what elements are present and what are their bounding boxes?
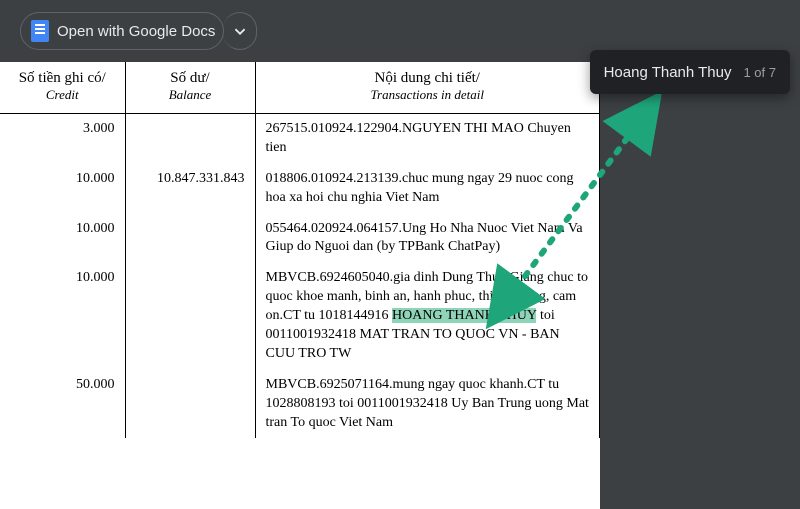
cell-credit: 50.000 [0, 370, 125, 439]
open-with-gdocs-button[interactable]: Open with Google Docs [20, 12, 224, 50]
cell-balance [125, 114, 255, 164]
cell-detail: 018806.010924.213139.chuc mung ngay 29 n… [255, 164, 600, 214]
cell-balance: 10.847.331.843 [125, 164, 255, 214]
search-highlight: HOANG THANH THUY [392, 308, 536, 323]
cell-credit: 3.000 [0, 114, 125, 164]
table-row: 10.000 MBVCB.6924605040.gia dinh Dung Thu… [0, 263, 600, 369]
cell-detail: 055464.020924.064157.Ung Ho Nha Nuoc Vie… [255, 214, 600, 264]
cell-balance [125, 263, 255, 369]
cell-credit: 10.000 [0, 263, 125, 369]
col-detail-header: Nội dung chi tiết/ Transactions in detai… [255, 62, 600, 114]
col-balance-header: Số dư/ Balance [125, 62, 255, 114]
cell-balance [125, 214, 255, 264]
table-row: 3.000 267515.010924.122904.NGUYEN THI MAO… [0, 114, 600, 164]
open-with-label: Open with Google Docs [57, 23, 215, 40]
find-in-document-bar[interactable]: Hoang Thanh Thuy 1 of 7 [590, 50, 790, 94]
table-row: 10.00010.847.331.843018806.010924.213139… [0, 164, 600, 214]
document-page: Số tiền ghi có/ Credit Số dư/ Balance Nộ… [0, 62, 600, 509]
open-with-dropdown[interactable] [223, 12, 257, 50]
cell-detail: MBVCB.6924605040.gia dinh Dung Thuy Gian… [255, 263, 600, 369]
cell-balance [125, 370, 255, 439]
table-row: 10.000 055464.020924.064157.Ung Ho Nha Nu… [0, 214, 600, 264]
caret-down-icon [229, 20, 251, 42]
find-count: 1 of 7 [743, 65, 776, 80]
table-row: 50.000 MBVCB.6925071164.mung ngay quoc kh… [0, 370, 600, 439]
cell-detail: 267515.010924.122904.NGUYEN THI MAO Chuy… [255, 114, 600, 164]
google-docs-icon [31, 20, 49, 42]
cell-credit: 10.000 [0, 164, 125, 214]
cell-credit: 10.000 [0, 214, 125, 264]
cell-detail: MBVCB.6925071164.mung ngay quoc khanh.CT… [255, 370, 600, 439]
transactions-table: Số tiền ghi có/ Credit Số dư/ Balance Nộ… [0, 62, 600, 438]
find-query-text: Hoang Thanh Thuy [604, 64, 732, 81]
col-credit-header: Số tiền ghi có/ Credit [0, 62, 125, 114]
